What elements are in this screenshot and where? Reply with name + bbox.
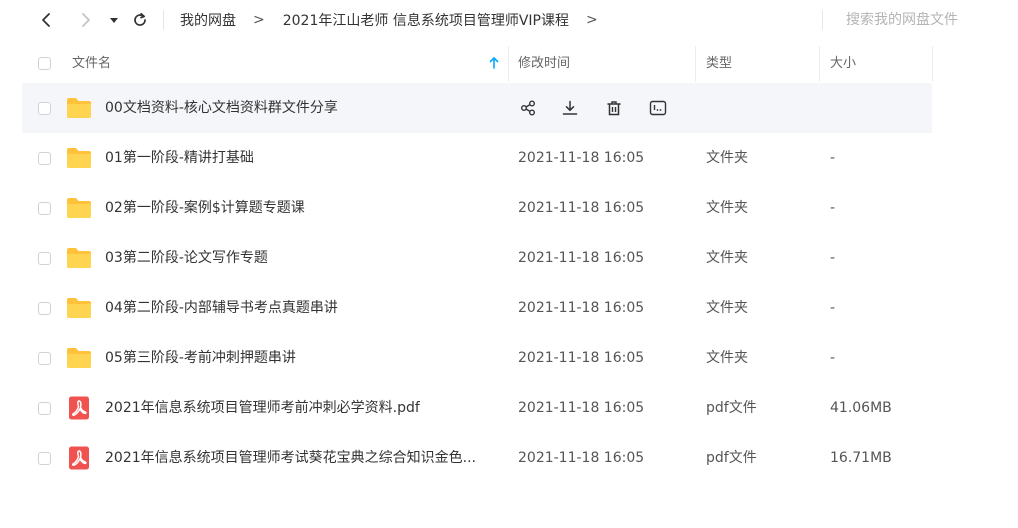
file-size: - (830, 150, 836, 166)
folder-icon (67, 348, 91, 368)
file-table-header: 文件名 修改时间 类型 大小 (0, 46, 1018, 82)
history-dropdown-button[interactable] (106, 8, 122, 32)
row-checkbox[interactable] (38, 252, 51, 265)
nav-divider (163, 10, 164, 30)
column-divider (819, 46, 820, 82)
file-row[interactable]: 00文档资料-核心文档资料群文件分享 (22, 83, 932, 133)
file-size: - (830, 350, 836, 366)
breadcrumb-separator: > (585, 12, 598, 28)
folder-icon (67, 198, 91, 218)
column-header-name[interactable]: 文件名 (72, 46, 111, 82)
file-type: pdf文件 (706, 450, 757, 466)
column-header-type[interactable]: 类型 (706, 46, 732, 82)
chevron-right-icon (82, 13, 90, 27)
refresh-button[interactable] (128, 8, 152, 32)
file-name[interactable]: 02第一阶段-案例$计算题专题课 (105, 183, 305, 233)
file-row[interactable]: 02第一阶段-案例$计算题专题课 2021-11-18 16:05 文件夹 - (22, 183, 932, 233)
column-divider (695, 46, 696, 82)
file-size: - (830, 250, 836, 266)
file-type: 文件夹 (706, 250, 748, 266)
back-button[interactable] (34, 8, 58, 32)
share-button[interactable] (518, 98, 538, 118)
folder-icon (67, 298, 91, 318)
file-type: 文件夹 (706, 300, 748, 316)
folder-icon (67, 248, 91, 268)
share-icon (521, 100, 535, 116)
more-icon (649, 100, 667, 116)
column-divider (932, 46, 933, 82)
file-type: 文件夹 (706, 150, 748, 166)
file-name[interactable]: 05第三阶段-考前冲刺押题串讲 (105, 333, 296, 383)
download-icon (562, 100, 578, 115)
chevron-left-icon (42, 13, 50, 27)
file-row[interactable]: 01第一阶段-精讲打基础 2021-11-18 16:05 文件夹 - (22, 133, 932, 183)
file-name[interactable]: 2021年信息系统项目管理师考前冲刺必学资料.pdf (105, 383, 420, 433)
file-row[interactable]: 05第三阶段-考前冲刺押题串讲 2021-11-18 16:05 文件夹 - (22, 333, 932, 383)
row-checkbox[interactable] (38, 102, 51, 115)
search-input[interactable]: 搜索我的网盘文件 (846, 10, 958, 30)
navigation-bar: 我的网盘 > 2021年江山老师 信息系统项目管理师VIP课程 > 搜索我的网盘… (0, 0, 1018, 40)
file-type: pdf文件 (706, 400, 757, 416)
file-modified-time: 2021-11-18 16:05 (518, 350, 645, 366)
arrow-up-icon[interactable] (488, 56, 500, 70)
folder-icon (67, 98, 91, 118)
row-checkbox[interactable] (38, 202, 51, 215)
file-type: 文件夹 (706, 200, 748, 216)
file-name[interactable]: 04第二阶段-内部辅导书考点真题串讲 (105, 283, 338, 333)
row-checkbox[interactable] (38, 452, 51, 465)
delete-button[interactable] (604, 98, 624, 118)
refresh-icon (134, 12, 146, 26)
file-modified-time: 2021-11-18 16:05 (518, 250, 645, 266)
file-name[interactable]: 01第一阶段-精讲打基础 (105, 133, 254, 183)
file-name[interactable]: 2021年信息系统项目管理师考试葵花宝典之综合知识金色... (105, 433, 476, 483)
folder-icon (67, 148, 91, 168)
file-modified-time: 2021-11-18 16:05 (518, 200, 645, 216)
breadcrumb-separator: > (253, 12, 265, 28)
file-size: - (830, 300, 836, 316)
forward-button[interactable] (74, 8, 98, 32)
file-name[interactable]: 03第二阶段-论文写作专题 (105, 233, 268, 283)
file-row[interactable]: 04第二阶段-内部辅导书考点真题串讲 2021-11-18 16:05 文件夹 … (22, 283, 932, 333)
file-row[interactable]: 2021年信息系统项目管理师考前冲刺必学资料.pdf 2021-11-18 16… (22, 383, 932, 433)
file-size: 41.06MB (830, 400, 892, 416)
breadcrumb-root[interactable]: 我的网盘 (180, 10, 236, 30)
delete-icon (607, 101, 621, 116)
more-button[interactable] (648, 98, 668, 118)
row-checkbox[interactable] (38, 152, 51, 165)
search-divider (822, 10, 823, 30)
file-modified-time: 2021-11-18 16:05 (518, 450, 645, 466)
file-name[interactable]: 00文档资料-核心文档资料群文件分享 (105, 83, 338, 133)
breadcrumb-current-folder[interactable]: 2021年江山老师 信息系统项目管理师VIP课程 (283, 10, 569, 30)
file-type: 文件夹 (706, 350, 748, 366)
download-button[interactable] (560, 98, 580, 118)
file-modified-time: 2021-11-18 16:05 (518, 150, 645, 166)
caret-down-icon (110, 18, 118, 23)
column-header-modified[interactable]: 修改时间 (518, 46, 570, 82)
file-size: - (830, 200, 836, 216)
file-modified-time: 2021-11-18 16:05 (518, 300, 645, 316)
file-modified-time: 2021-11-18 16:05 (518, 400, 645, 416)
row-checkbox[interactable] (38, 352, 51, 365)
breadcrumb: 我的网盘 > 2021年江山老师 信息系统项目管理师VIP课程 > (180, 10, 616, 30)
select-all-checkbox[interactable] (38, 57, 51, 70)
file-row[interactable]: 03第二阶段-论文写作专题 2021-11-18 16:05 文件夹 - (22, 233, 932, 283)
row-checkbox[interactable] (38, 402, 51, 415)
file-size: 16.71MB (830, 450, 892, 466)
row-checkbox[interactable] (38, 302, 51, 315)
pdf-icon (69, 396, 89, 420)
pdf-icon (69, 446, 89, 470)
column-divider (508, 46, 509, 82)
file-row[interactable]: 2021年信息系统项目管理师考试葵花宝典之综合知识金色... 2021-11-1… (22, 433, 932, 483)
column-header-size[interactable]: 大小 (830, 46, 856, 82)
